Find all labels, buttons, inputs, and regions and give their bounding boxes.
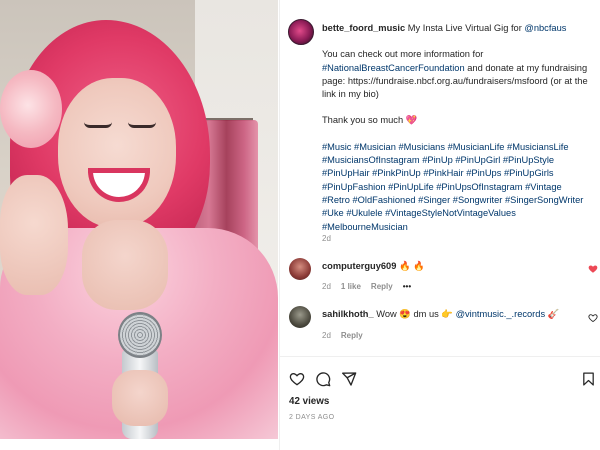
caption-thanks: Thank you so much — [322, 115, 404, 126]
hashtag-link[interactable]: #PinkHair — [423, 168, 463, 178]
comment-item: computerguy609 🔥 🔥 — [322, 260, 577, 273]
caption-text: My Insta Live Virtual Gig for — [407, 23, 522, 33]
caption-hashtag-nbcf[interactable]: #NationalBreastCancerFoundation — [322, 63, 465, 73]
hashtag-link[interactable]: #PinUpFashion — [322, 182, 386, 192]
comment-more-icon[interactable]: ••• — [403, 282, 411, 291]
caption-mention[interactable]: @nbcfaus — [524, 23, 566, 33]
face — [58, 78, 176, 228]
heart-icon[interactable] — [289, 371, 305, 387]
commenter-avatar[interactable] — [289, 306, 311, 328]
hashtag-link[interactable]: #MusiciansOfInstagram — [322, 155, 420, 165]
hair-flower — [0, 70, 62, 148]
comment-likes[interactable]: 1 like — [341, 282, 361, 291]
hashtag-link[interactable]: #PinUpGirls — [504, 168, 554, 178]
comment-text-end: 🎸 — [547, 309, 560, 319]
comment-icon[interactable] — [315, 371, 331, 387]
eye-right — [128, 122, 156, 128]
post-age[interactable]: 2d — [322, 234, 331, 243]
hashtag-link[interactable]: #VintageStyleNotVintageValues — [385, 208, 516, 218]
post-caption: bette_foord_music My Insta Live Virtual … — [322, 22, 590, 247]
comment-reply-button[interactable]: Reply — [371, 282, 393, 291]
commenter-avatar[interactable] — [289, 258, 311, 280]
sparkling-heart-emoji: 💖 — [405, 115, 418, 126]
hashtag-link[interactable]: #MelbourneMusician — [322, 222, 408, 232]
author-avatar[interactable] — [288, 19, 314, 45]
hashtag-link[interactable]: #Ukulele — [346, 208, 382, 218]
comment-mention[interactable]: @vintmusic._.records — [456, 309, 546, 319]
hashtag-link[interactable]: #Uke — [322, 208, 344, 218]
comment-text: 🔥 🔥 — [399, 261, 425, 271]
liked-heart-icon[interactable] — [588, 264, 598, 274]
hashtag-link[interactable]: #OldFashioned — [353, 195, 416, 205]
hashtag-link[interactable]: #PinUpGirl — [455, 155, 500, 165]
hashtag-link[interactable]: #MusiciansLife — [507, 142, 569, 152]
bookmark-icon[interactable] — [581, 371, 596, 387]
caption-hashtags: #Music #Musician #Musicians #MusicianLif… — [322, 141, 590, 234]
comment-username[interactable]: sahilkhoth_ — [322, 309, 374, 319]
hashtag-link[interactable]: #PinUpStyle — [503, 155, 554, 165]
view-count[interactable]: 42 views — [289, 396, 329, 407]
post-video[interactable] — [0, 0, 278, 439]
comment-meta: 2d Reply — [322, 331, 363, 340]
post-timestamp: 2 DAYS AGO — [289, 414, 335, 421]
hashtag-link[interactable]: #SingerSongWriter — [505, 195, 583, 205]
hashtag-link[interactable]: #Musicians — [399, 142, 446, 152]
waving-hand — [0, 175, 68, 295]
hashtag-link[interactable]: #MusicianLife — [448, 142, 505, 152]
hashtag-link[interactable]: #PinUpLife — [388, 182, 433, 192]
hashtag-link[interactable]: #Musician — [354, 142, 396, 152]
holding-hand — [112, 370, 168, 426]
hashtag-link[interactable]: #PinUps — [466, 168, 501, 178]
comment-meta: 2d 1 like Reply ••• — [322, 282, 411, 291]
send-icon[interactable] — [341, 371, 357, 387]
heart-outline-icon[interactable] — [588, 313, 598, 323]
hashtag-link[interactable]: #Vintage — [525, 182, 562, 192]
comment-reply-button[interactable]: Reply — [341, 331, 363, 340]
microphone-head — [118, 312, 162, 358]
hashtag-link[interactable]: #Music — [322, 142, 351, 152]
comment-age[interactable]: 2d — [322, 331, 331, 340]
comment-age[interactable]: 2d — [322, 282, 331, 291]
comment-username[interactable]: computerguy609 — [322, 261, 396, 271]
caption-para2-lead: You can check out more information for — [322, 49, 484, 60]
hashtag-link[interactable]: #PinkPinUp — [372, 168, 421, 178]
hashtag-link[interactable]: #PinUp — [422, 155, 453, 165]
eye-left — [84, 122, 112, 128]
hashtag-link[interactable]: #Songwriter — [453, 195, 503, 205]
action-divider — [279, 356, 600, 357]
author-username[interactable]: bette_foord_music — [322, 23, 405, 33]
neckline — [82, 220, 168, 310]
hashtag-link[interactable]: #Retro — [322, 195, 350, 205]
hashtag-link[interactable]: #Singer — [418, 195, 450, 205]
hashtag-link[interactable]: #PinUpsOfInstagram — [436, 182, 522, 192]
hashtag-link[interactable]: #PinUpHair — [322, 168, 370, 178]
instagram-post-window: bette_foord_music My Insta Live Virtual … — [0, 0, 600, 450]
comment-item: sahilkhoth_ Wow 😍 dm us 👉 @vintmusic._.r… — [322, 308, 577, 321]
comment-text: Wow 😍 dm us 👉 — [376, 309, 453, 319]
